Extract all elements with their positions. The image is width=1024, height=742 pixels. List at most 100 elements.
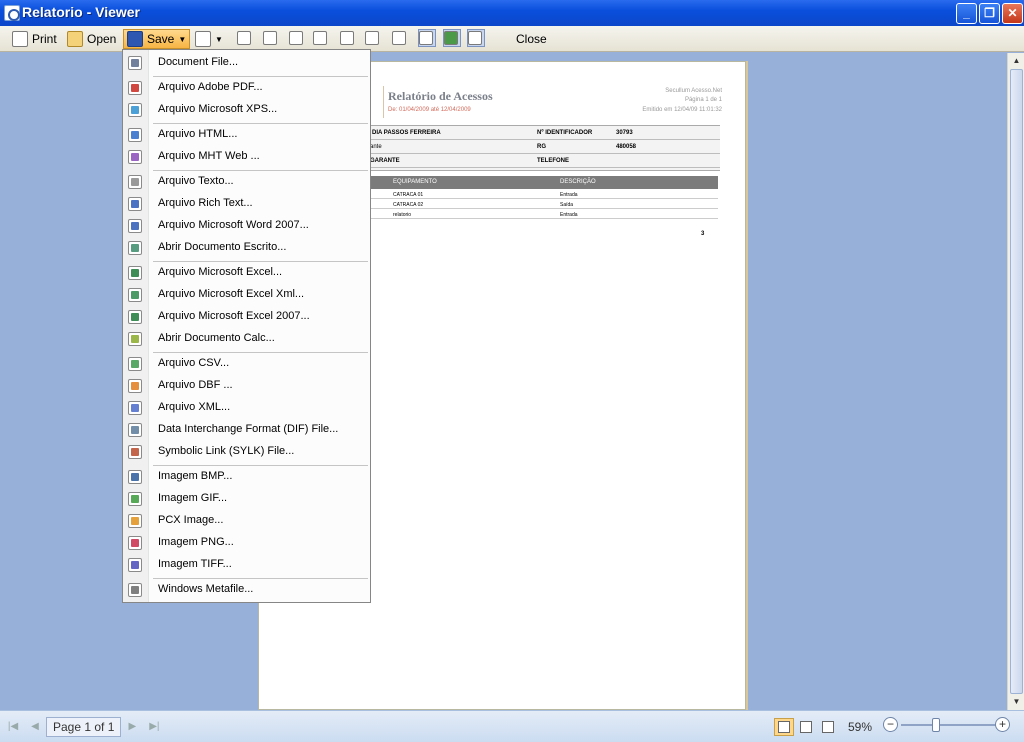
save-menu-item[interactable]: Symbolic Link (SYLK) File... (123, 441, 370, 463)
save-menu-item[interactable]: Arquivo Microsoft Excel Xml... (123, 284, 370, 306)
dbf-icon (128, 379, 142, 393)
save-menu-item[interactable]: Arquivo Microsoft Excel 2007... (123, 306, 370, 328)
chevron-down-icon: ▼ (215, 34, 223, 44)
single-view-button[interactable] (774, 718, 794, 736)
table-cell: Entrada (560, 192, 578, 198)
table-cell: Saída (560, 202, 574, 208)
bookmarks-button[interactable] (339, 29, 357, 47)
document-icon (128, 56, 142, 70)
save-menu-item[interactable]: Arquivo Microsoft XPS... (123, 99, 370, 121)
thumbnails-button[interactable] (364, 29, 382, 47)
word-icon (128, 219, 142, 233)
save-menu-item[interactable]: Arquivo CSV... (123, 353, 370, 375)
save-menu-item[interactable]: Arquivo Rich Text... (123, 193, 370, 215)
scroll-up-icon[interactable]: ▲ (1009, 53, 1024, 69)
save-menu-item-label: Imagem PNG... (158, 536, 234, 548)
zoom-slider[interactable] (893, 717, 1009, 733)
continuous-button[interactable] (443, 29, 461, 47)
save-menu-item-label: Document File... (158, 56, 239, 68)
save-button[interactable]: Save ▼ (123, 29, 191, 49)
save-menu-item[interactable]: Arquivo Adobe PDF... (123, 77, 370, 99)
tiff-icon (128, 558, 142, 572)
open-button[interactable]: Open (67, 29, 116, 49)
maximize-button[interactable]: ❐ (979, 3, 1000, 24)
new-page-button[interactable] (236, 29, 254, 47)
save-menu-item[interactable]: Arquivo Microsoft Excel... (123, 262, 370, 284)
save-menu-item-label: Arquivo Microsoft Excel Xml... (158, 288, 305, 300)
save-menu-item-label: Arquivo Rich Text... (158, 197, 253, 209)
previous-page-icon[interactable]: ◀ (24, 717, 46, 737)
single-page-button[interactable] (418, 29, 436, 47)
save-menu-item[interactable]: Imagem GIF... (123, 488, 370, 510)
save-menu-item[interactable]: Imagem TIFF... (123, 554, 370, 576)
save-menu-item-label: Arquivo Texto... (158, 175, 234, 187)
xps-icon (128, 103, 142, 117)
save-menu-item-label: Data Interchange Format (DIF) File... (158, 423, 339, 435)
print-button[interactable]: Print (12, 29, 57, 49)
save-menu-item-label: Symbolic Link (SYLK) File... (158, 445, 295, 457)
save-menu-item-label: Abrir Documento Calc... (158, 332, 275, 344)
multi-view-button[interactable] (818, 718, 838, 736)
find-button[interactable] (391, 29, 409, 47)
continuous-view-button[interactable] (796, 718, 816, 736)
report-title: Relatório de Acessos (388, 89, 493, 103)
thumbnails-icon (365, 31, 379, 45)
table-cell: CATRACA 01 (393, 192, 424, 198)
phone-label: TELEFONE (537, 158, 570, 164)
save-menu-item[interactable]: Imagem BMP... (123, 466, 370, 488)
report-emitted: Emitido em 12/04/09 11:01:32 (642, 107, 722, 113)
save-menu-item-label: Arquivo Adobe PDF... (158, 81, 263, 93)
save-menu-item[interactable]: Arquivo Microsoft Word 2007... (123, 215, 370, 237)
first-page-icon[interactable]: |◀ (2, 717, 24, 737)
zoom-in-icon[interactable]: + (995, 717, 1010, 732)
excel-xml-icon (128, 288, 142, 302)
close-window-button[interactable]: ✕ (1002, 3, 1023, 24)
save-menu-item[interactable]: Arquivo HTML... (123, 124, 370, 146)
save-menu-item[interactable]: PCX Image... (123, 510, 370, 532)
multi-page-button[interactable] (467, 29, 485, 47)
save-menu-item-label: Arquivo Microsoft Word 2007... (158, 219, 309, 231)
rtf-icon (128, 197, 142, 211)
info-row: ante RG 480058 (368, 140, 720, 154)
page-indicator[interactable]: Page 1 of 1 (46, 717, 122, 737)
save-menu-item[interactable]: Data Interchange Format (DIF) File... (123, 419, 370, 441)
minimize-button[interactable]: _ (956, 3, 977, 24)
delete-page-button[interactable] (262, 29, 280, 47)
zoom-knob[interactable] (932, 718, 940, 732)
save-menu-item-label: Arquivo DBF ... (158, 379, 233, 391)
new-page-icon (237, 31, 251, 45)
scroll-down-icon[interactable]: ▼ (1009, 694, 1024, 710)
save-menu-item-label: Arquivo CSV... (158, 357, 230, 369)
save-menu-item-label: Arquivo MHT Web ... (158, 150, 260, 162)
scroll-thumb[interactable] (1010, 69, 1023, 694)
save-menu-item[interactable]: Windows Metafile... (123, 579, 370, 601)
save-menu-item-label: PCX Image... (158, 514, 224, 526)
save-menu-item-label: Windows Metafile... (158, 583, 254, 595)
printer-icon (12, 31, 28, 47)
save-menu-item-label: Imagem BMP... (158, 470, 233, 482)
binoculars-icon (392, 31, 406, 45)
save-menu-item[interactable]: Abrir Documento Escrito... (123, 237, 370, 259)
save-menu-item[interactable]: Arquivo MHT Web ... (123, 146, 370, 168)
print-label: Print (32, 32, 57, 46)
next-page-icon[interactable]: ▶ (121, 717, 143, 737)
send-button[interactable]: ▼ (195, 29, 223, 49)
csv-icon (128, 357, 142, 371)
info-row: GARANTE TELEFONE (368, 154, 720, 168)
pcx-icon (128, 514, 142, 528)
access-table: EQUIPAMENTO DESCRIÇÃO CATRACA 01 Entrada… (368, 176, 718, 219)
close-label: Close (516, 32, 547, 46)
vertical-scrollbar[interactable]: ▲ ▼ (1007, 53, 1024, 710)
save-menu-item[interactable]: Document File... (123, 52, 370, 74)
save-menu-item[interactable]: Arquivo XML... (123, 397, 370, 419)
page-setup-button[interactable] (312, 29, 330, 47)
save-menu-item[interactable]: Arquivo Texto... (123, 171, 370, 193)
edit-button[interactable] (288, 29, 306, 47)
save-menu-item[interactable]: Arquivo DBF ... (123, 375, 370, 397)
save-menu-item[interactable]: Abrir Documento Calc... (123, 328, 370, 350)
text-icon (128, 175, 142, 189)
gif-icon (128, 492, 142, 506)
last-page-icon[interactable]: ▶| (143, 717, 165, 737)
close-button[interactable]: Close (516, 29, 547, 49)
save-menu-item[interactable]: Imagem PNG... (123, 532, 370, 554)
